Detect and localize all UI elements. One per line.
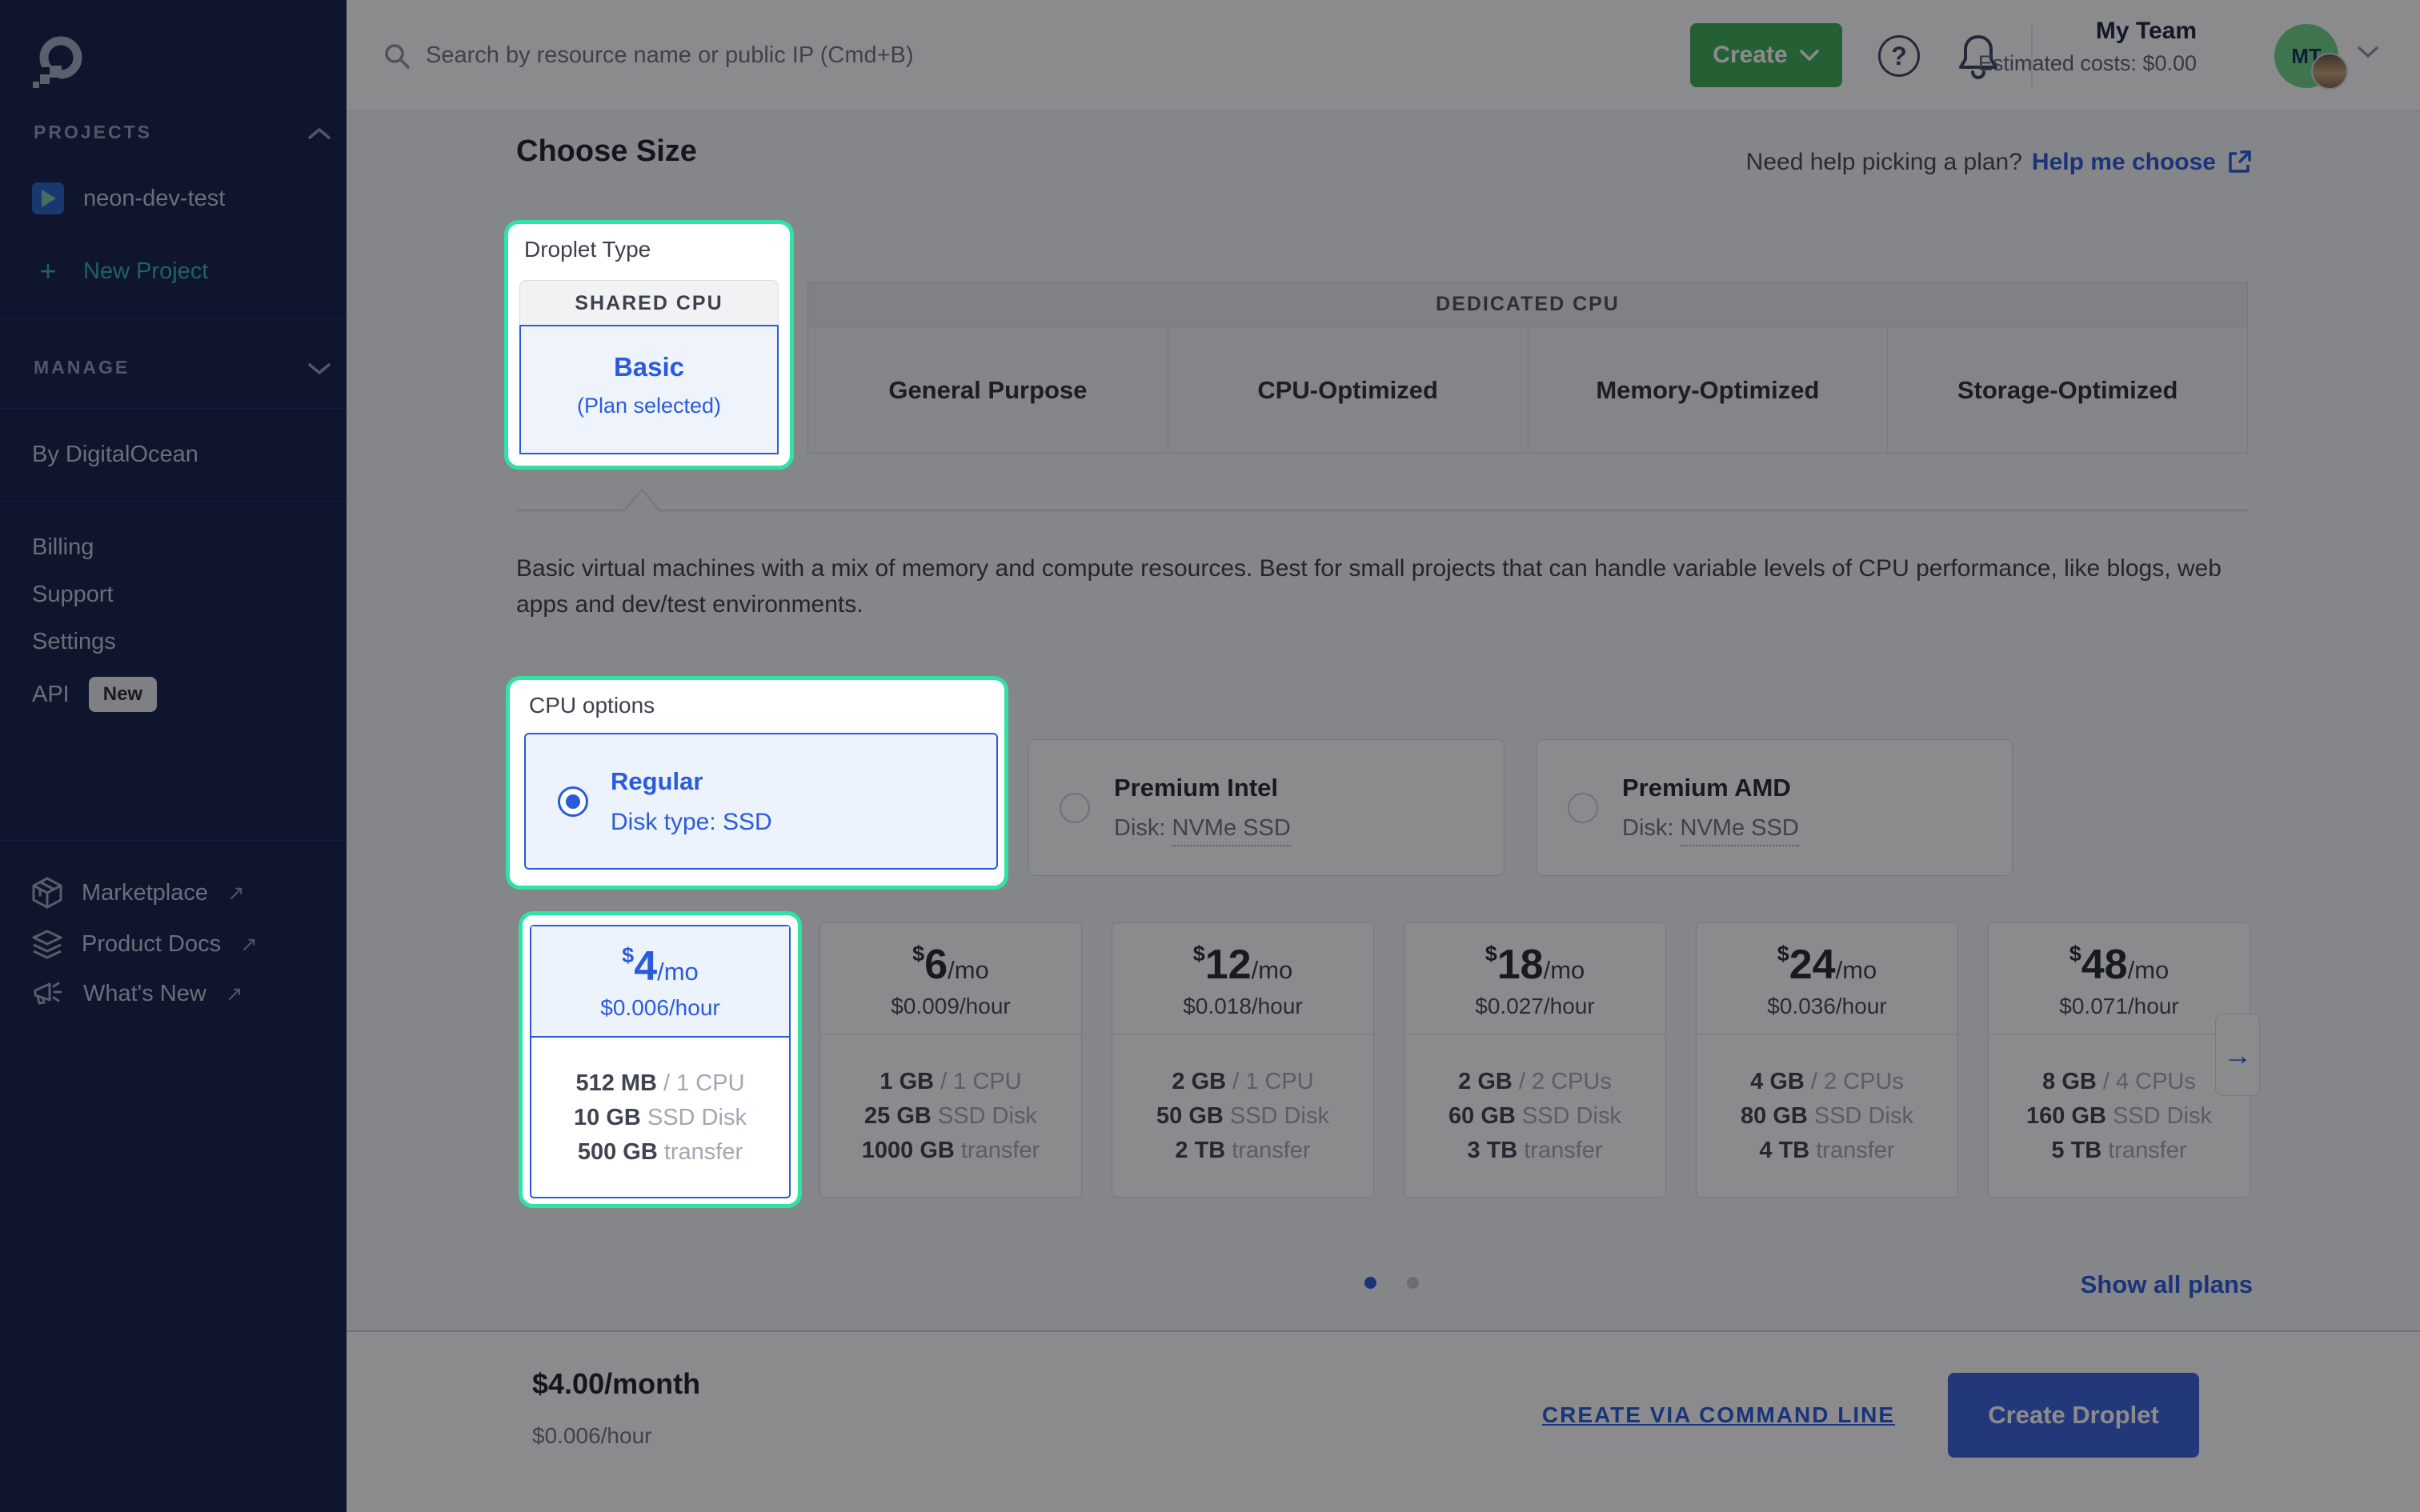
highlight-droplet-type: Droplet Type SHARED CPU Basic (Plan sele…: [504, 220, 794, 470]
droplet-type-label: Droplet Type: [519, 237, 779, 262]
tab-shared-cpu[interactable]: SHARED CPU: [519, 280, 779, 325]
plan-selected-note: (Plan selected): [521, 394, 777, 418]
basic-plan-label: Basic: [521, 352, 777, 382]
cpu-options-label: CPU options: [523, 693, 995, 718]
regular-label: Regular: [611, 767, 772, 796]
tab-basic-selected[interactable]: Basic (Plan selected): [519, 325, 779, 454]
spec-ram: 512 MB/ 1 CPU: [531, 1066, 789, 1101]
spec-transfer: 500 GBtransfer: [531, 1135, 789, 1170]
plan-card-4mo-selected[interactable]: $4/mo $0.006/hour 512 MB/ 1 CPU 10 GBSSD…: [530, 925, 791, 1198]
cpu-option-regular-selected[interactable]: Regular Disk type: SSD: [524, 733, 998, 870]
radio-selected-icon[interactable]: [558, 786, 588, 817]
dim-overlay: [0, 0, 2420, 1512]
highlight-selected-plan: $4/mo $0.006/hour 512 MB/ 1 CPU 10 GBSSD…: [519, 911, 802, 1208]
create-droplet-page: PROJECTS neon-dev-test + New Project MAN…: [0, 0, 2420, 1512]
regular-disk-type: Disk type: SSD: [611, 809, 772, 836]
highlight-cpu-options: CPU options Regular Disk type: SSD: [506, 676, 1008, 890]
spec-disk: 10 GBSSD Disk: [531, 1101, 789, 1135]
